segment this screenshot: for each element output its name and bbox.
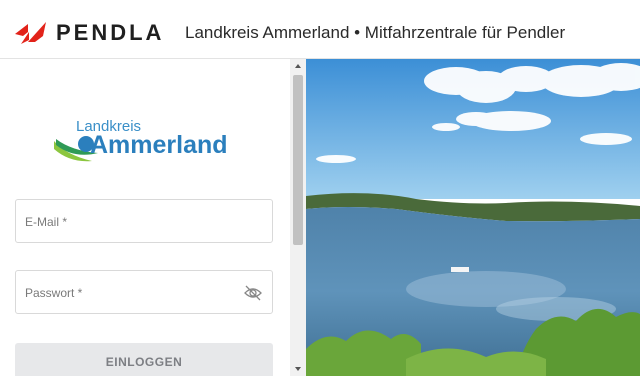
pendla-logo-icon[interactable]: [15, 22, 46, 46]
scroll-down-arrow-icon[interactable]: [290, 362, 306, 376]
scroll-up-arrow-icon[interactable]: [290, 59, 306, 73]
app-header: PENDLA Landkreis Ammerland • Mitfahrzent…: [0, 0, 640, 59]
login-button[interactable]: EINLOGGEN: [15, 343, 273, 376]
page-title: Landkreis Ammerland • Mitfahrzentrale fü…: [185, 23, 566, 42]
password-label: Passwort *: [25, 286, 83, 300]
ammerland-logo: Landkreis Ammerland: [52, 117, 252, 177]
email-label: E-Mail *: [25, 215, 68, 229]
eye-off-icon[interactable]: [243, 283, 263, 303]
lake-landscape-photo: [306, 59, 640, 376]
logo-text-big: Ammerland: [90, 131, 228, 159]
scrollbar[interactable]: [290, 59, 306, 376]
brand-name[interactable]: PENDLA: [56, 20, 164, 46]
login-panel: Landkreis Ammerland E-Mail * Passwort * …: [0, 59, 290, 376]
email-field[interactable]: E-Mail *: [15, 199, 273, 243]
scroll-thumb[interactable]: [293, 75, 303, 245]
password-field[interactable]: Passwort *: [15, 270, 273, 314]
